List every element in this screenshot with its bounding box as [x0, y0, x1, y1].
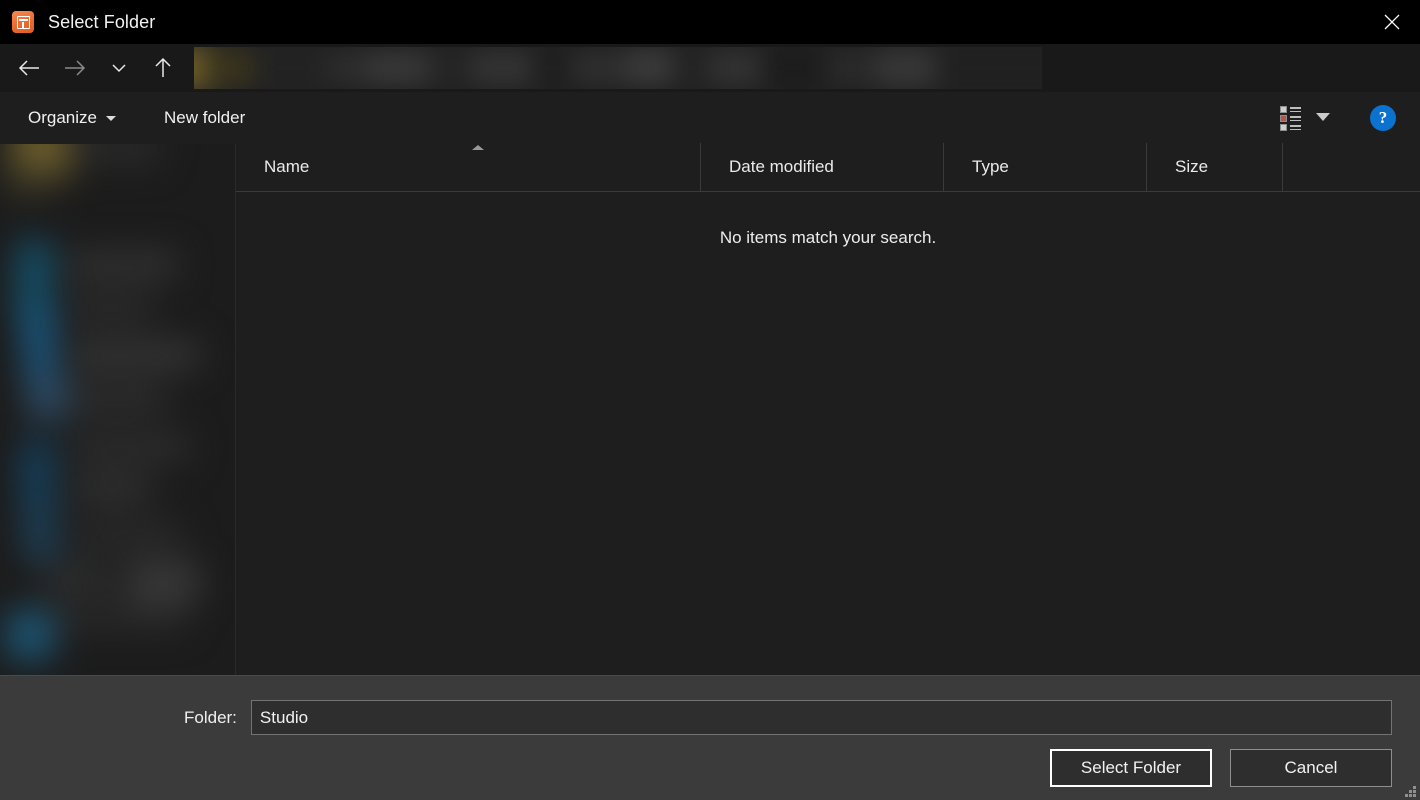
sidebar-redacted-content [0, 144, 236, 675]
empty-state-message: No items match your search. [236, 228, 1420, 248]
file-list-body[interactable]: No items match your search. [236, 192, 1420, 675]
sort-ascending-icon [472, 145, 484, 150]
organize-button[interactable]: Organize [18, 102, 126, 134]
navigation-sidebar[interactable] [0, 144, 236, 675]
column-header-size[interactable]: Size [1146, 143, 1282, 191]
cancel-button[interactable]: Cancel [1230, 749, 1392, 787]
close-icon[interactable] [1364, 0, 1420, 44]
command-bar-right: ? [1280, 92, 1420, 144]
resize-grip[interactable] [1404, 785, 1416, 797]
column-header-name[interactable]: Name [236, 143, 700, 191]
folder-row: Folder: [0, 676, 1420, 735]
organize-label: Organize [28, 108, 97, 128]
column-header-type[interactable]: Type [943, 143, 1146, 191]
footer-button-row: Select Folder Cancel [0, 735, 1420, 787]
back-arrow-icon[interactable] [10, 49, 48, 87]
view-dropdown-icon[interactable] [1316, 109, 1330, 127]
column-header-row: Name Date modified Type Size [236, 144, 1420, 192]
column-header-type-label: Type [972, 157, 1009, 177]
column-header-date-label: Date modified [729, 157, 834, 177]
chevron-down-icon[interactable] [100, 49, 138, 87]
column-header-name-label: Name [264, 157, 309, 177]
command-bar: Organize New folder ? [0, 92, 1420, 144]
file-list-pane: Name Date modified Type Size No items ma… [236, 144, 1420, 675]
select-folder-dialog: Select Folder [0, 0, 1420, 800]
forward-arrow-icon[interactable] [56, 49, 94, 87]
address-bar[interactable] [194, 47, 1042, 89]
window-title: Select Folder [48, 12, 155, 33]
new-folder-label: New folder [164, 108, 245, 128]
column-header-size-label: Size [1175, 157, 1208, 177]
column-header-spacer [1282, 143, 1420, 191]
title-bar: Select Folder [0, 0, 1420, 44]
dialog-footer: Folder: Select Folder Cancel [0, 675, 1420, 800]
dialog-body: Name Date modified Type Size No items ma… [0, 144, 1420, 675]
up-arrow-icon[interactable] [144, 49, 182, 87]
view-mode-icon[interactable] [1280, 106, 1302, 130]
select-folder-button[interactable]: Select Folder [1050, 749, 1212, 787]
chevron-down-icon [106, 116, 116, 121]
studio-app-icon [12, 11, 34, 33]
folder-input[interactable] [251, 700, 1392, 735]
help-icon[interactable]: ? [1370, 105, 1396, 131]
new-folder-button[interactable]: New folder [154, 102, 255, 134]
address-bar-redacted-content [194, 47, 1042, 89]
navigation-bar [0, 44, 1420, 92]
folder-label: Folder: [184, 708, 237, 728]
column-header-date-modified[interactable]: Date modified [700, 143, 943, 191]
